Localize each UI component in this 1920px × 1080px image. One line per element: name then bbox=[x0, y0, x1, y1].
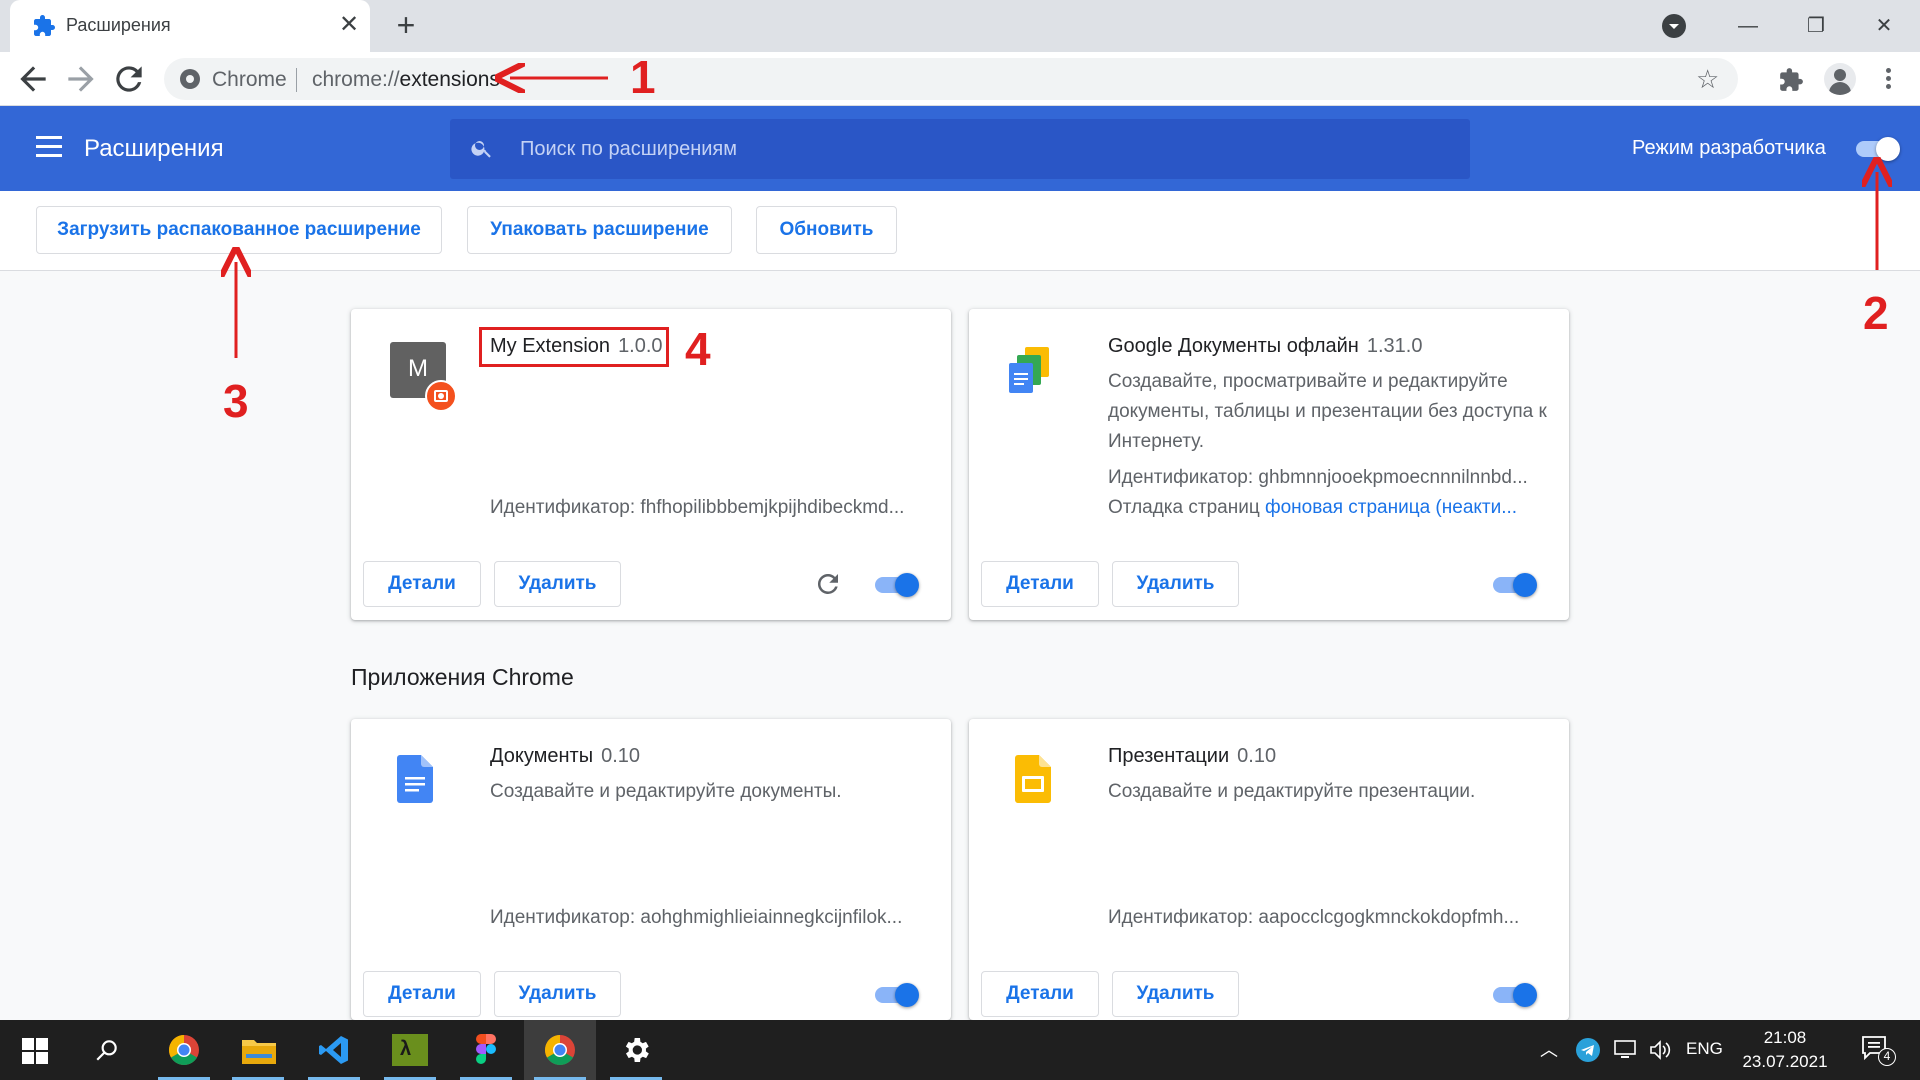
language-indicator[interactable]: ENG bbox=[1686, 1039, 1723, 1059]
enable-toggle[interactable] bbox=[873, 569, 919, 599]
extension-card: Google Документы офлайн 1.31.0 Создавайте… bbox=[969, 309, 1569, 620]
search-icon[interactable] bbox=[94, 1037, 120, 1063]
tray-chevron-icon[interactable]: ︿ bbox=[1540, 1036, 1558, 1062]
taskbar-chrome[interactable] bbox=[148, 1020, 220, 1080]
hamburger-menu-icon[interactable] bbox=[36, 136, 62, 158]
tab-close-button[interactable]: ✕ bbox=[336, 12, 362, 38]
annotation-4: 4 bbox=[685, 323, 711, 375]
remove-button[interactable]: Удалить bbox=[1112, 971, 1239, 1017]
taskbar-vscode[interactable] bbox=[298, 1020, 370, 1080]
inspect-views: Отладка страниц фоновая страница (неакти… bbox=[1108, 497, 1518, 518]
tab-strip: Расширения ✕ + — ❐ ✕ bbox=[0, 0, 1920, 52]
unpacked-badge-icon bbox=[425, 380, 457, 412]
taskbar-figma[interactable] bbox=[450, 1020, 522, 1080]
taskbar-app-green[interactable]: λ bbox=[374, 1020, 446, 1080]
app-card: Документы 0.10 Создавайте и редактируйте … bbox=[351, 719, 951, 1020]
omnibox-divider bbox=[296, 68, 297, 92]
windows-start-icon[interactable] bbox=[22, 1038, 48, 1064]
kebab-menu-icon[interactable] bbox=[1878, 66, 1898, 92]
extension-id: Идентификатор: fhfhopilibbbemjkpijhdibec… bbox=[490, 497, 905, 518]
extensions-header: Расширения Поиск по расширениям Режим ра… bbox=[0, 106, 1920, 191]
remove-button[interactable]: Удалить bbox=[1112, 561, 1239, 607]
docs-icon bbox=[397, 755, 433, 803]
notification-count: 4 bbox=[1878, 1048, 1896, 1066]
app-version: 0.10 bbox=[601, 745, 641, 767]
remove-button[interactable]: Удалить bbox=[494, 971, 621, 1017]
reload-extension-icon[interactable] bbox=[813, 569, 843, 599]
clock-time: 21:08 bbox=[1763, 1028, 1807, 1047]
details-button[interactable]: Детали bbox=[363, 561, 481, 607]
background-page-link[interactable]: фоновая страница (неакти... bbox=[1265, 497, 1517, 518]
extension-id: Идентификатор: ghbmnnjooekpmoecnnnilnnbd… bbox=[1108, 467, 1528, 488]
enable-toggle[interactable] bbox=[1491, 979, 1537, 1009]
annotation-3: 3 bbox=[223, 375, 249, 427]
app-version: 0.10 bbox=[1237, 745, 1277, 767]
puzzle-icon bbox=[34, 15, 55, 36]
dev-mode-toggle[interactable] bbox=[1854, 133, 1900, 163]
extension-version: 1.31.0 bbox=[1366, 335, 1423, 357]
app-id: Идентификатор: aapocclcgogkmnckokdopfmh.… bbox=[1108, 907, 1520, 928]
google-docs-offline-icon bbox=[1009, 347, 1049, 393]
tab-search-icon[interactable] bbox=[1662, 14, 1686, 38]
address-bar[interactable]: Chrome chrome://extensions ☆ bbox=[164, 58, 1738, 100]
profile-avatar-icon[interactable] bbox=[1824, 63, 1856, 95]
details-button[interactable]: Детали bbox=[363, 971, 481, 1017]
clock-date: 23.07.2021 bbox=[1742, 1052, 1828, 1071]
details-button[interactable]: Детали bbox=[981, 971, 1099, 1017]
search-input[interactable]: Поиск по расширениям bbox=[450, 119, 1470, 179]
search-icon bbox=[471, 141, 491, 158]
forward-icon[interactable] bbox=[62, 60, 100, 98]
search-placeholder: Поиск по расширениям bbox=[520, 138, 737, 160]
app-description: Создавайте и редактируйте презентации. bbox=[1108, 781, 1476, 802]
extension-description: Создавайте, просматривайте и редактируйт… bbox=[1108, 371, 1547, 452]
extensions-puzzle-icon[interactable] bbox=[1778, 67, 1804, 93]
site-chip: Chrome bbox=[212, 68, 287, 91]
url-path: extensions bbox=[399, 68, 500, 91]
restore-button[interactable]: ❐ bbox=[1796, 8, 1836, 44]
network-icon[interactable] bbox=[1612, 1038, 1638, 1062]
volume-icon[interactable] bbox=[1648, 1038, 1674, 1062]
back-icon[interactable] bbox=[14, 60, 52, 98]
tab-title: Расширения bbox=[66, 15, 171, 35]
app-card: Презентации 0.10 Создавайте и редактируйт… bbox=[969, 719, 1569, 1020]
notifications-icon[interactable]: 4 bbox=[1860, 1034, 1896, 1066]
taskbar-file-explorer[interactable] bbox=[222, 1020, 294, 1080]
new-tab-button[interactable]: + bbox=[390, 9, 422, 42]
load-unpacked-button[interactable]: Загрузить распакованное расширение bbox=[36, 206, 442, 254]
close-window-button[interactable]: ✕ bbox=[1864, 8, 1904, 44]
annotation-2: 2 bbox=[1863, 287, 1889, 339]
bookmark-star-icon[interactable]: ☆ bbox=[1696, 64, 1719, 95]
browser-toolbar: Chrome chrome://extensions ☆ bbox=[0, 52, 1920, 106]
app-description: Создавайте и редактируйте документы. bbox=[490, 781, 842, 802]
clock[interactable]: 21:08 23.07.2021 bbox=[1740, 1026, 1830, 1074]
apps-section-heading: Приложения Chrome bbox=[351, 664, 574, 690]
url-text[interactable]: chrome://extensions bbox=[312, 68, 500, 92]
app-name: Презентации 0.10 bbox=[1108, 745, 1277, 767]
enable-toggle[interactable] bbox=[1491, 569, 1537, 599]
details-button[interactable]: Детали bbox=[981, 561, 1099, 607]
taskbar-chrome-active[interactable] bbox=[524, 1020, 596, 1080]
minimize-button[interactable]: — bbox=[1728, 8, 1768, 44]
annotation-1: 1 bbox=[630, 51, 656, 103]
slides-icon bbox=[1015, 755, 1051, 803]
annotation-box bbox=[479, 327, 669, 367]
extension-name: Google Документы офлайн 1.31.0 bbox=[1108, 335, 1423, 357]
taskbar-settings[interactable] bbox=[600, 1020, 672, 1080]
pack-extension-button[interactable]: Упаковать расширение bbox=[467, 206, 732, 254]
tab-extensions[interactable]: Расширения ✕ bbox=[10, 0, 370, 52]
page-title: Расширения bbox=[84, 135, 224, 162]
chrome-site-icon bbox=[180, 69, 200, 89]
app-name: Документы 0.10 bbox=[490, 745, 641, 767]
url-scheme: chrome:// bbox=[312, 68, 400, 91]
update-button[interactable]: Обновить bbox=[756, 206, 897, 254]
windows-taskbar: λ ︿ ENG 21:08 23.07.2021 4 bbox=[0, 1020, 1920, 1080]
dev-mode-label: Режим разработчика bbox=[1632, 137, 1826, 159]
telegram-icon[interactable] bbox=[1576, 1038, 1600, 1062]
developer-toolbar: Загрузить распакованное расширение Упако… bbox=[0, 191, 1920, 271]
app-id: Идентификатор: aohghmighlieiainnegkcijnf… bbox=[490, 907, 903, 928]
remove-button[interactable]: Удалить bbox=[494, 561, 621, 607]
enable-toggle[interactable] bbox=[873, 979, 919, 1009]
reload-icon[interactable] bbox=[110, 60, 148, 98]
